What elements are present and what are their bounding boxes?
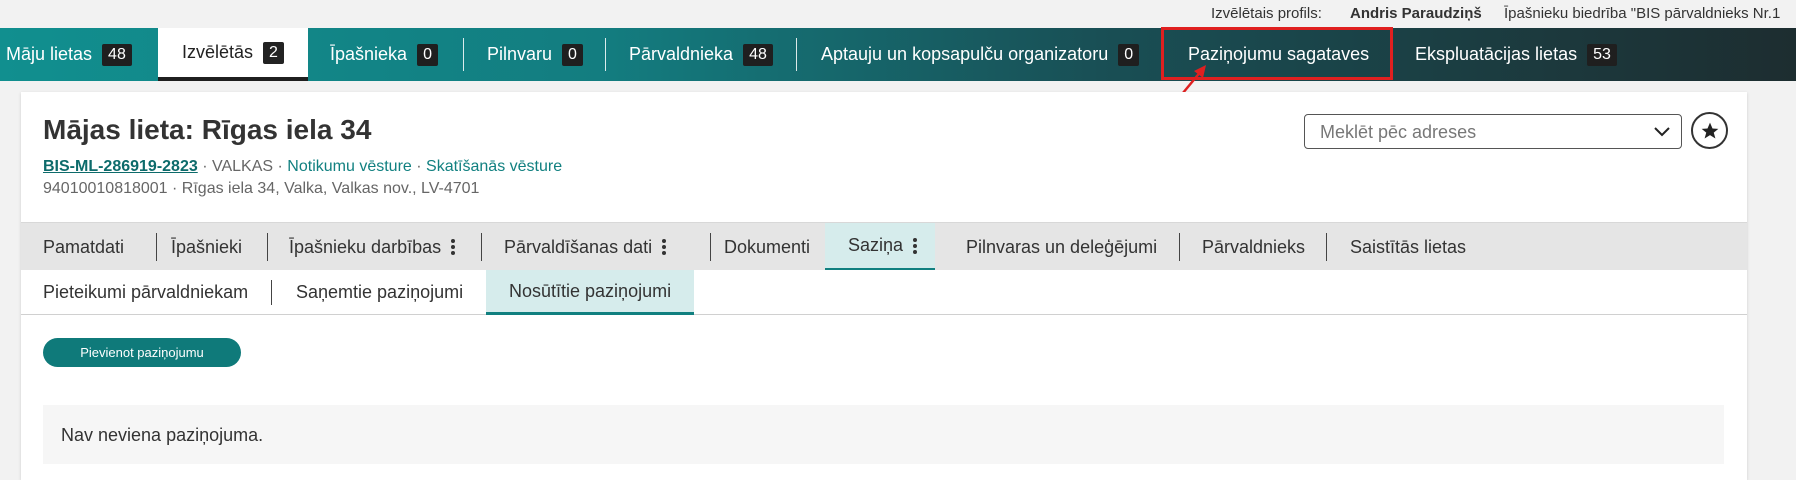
search-placeholder: Meklēt pēc adreses bbox=[1320, 122, 1477, 142]
nav-tab-label: Pilnvaru bbox=[487, 44, 553, 64]
nav-tab-parvaldnieka[interactable]: Pārvaldnieka 48 bbox=[629, 28, 773, 81]
nav-tab-pilnvaru[interactable]: Pilnvaru 0 bbox=[487, 28, 583, 81]
nav-tab-ekspluatacijas-lietas[interactable]: Ekspluatācijas lietas 53 bbox=[1415, 28, 1617, 81]
favorite-button[interactable] bbox=[1691, 112, 1728, 149]
nav-tab-count: 0 bbox=[417, 43, 438, 66]
tab-label: Pamatdati bbox=[43, 236, 125, 257]
tab-label: Saistītās lietas bbox=[1350, 236, 1467, 257]
section-tabs: Pamatdati Īpašnieki Īpašnieku darbības P… bbox=[21, 222, 1747, 271]
case-address: 94010010818001 · Rīgas iela 34, Valka, V… bbox=[43, 180, 480, 197]
nav-tab-count: 0 bbox=[1118, 43, 1140, 66]
nav-tab-label: Izvēlētās bbox=[182, 42, 254, 62]
tab-pamatdati[interactable]: Pamatdati bbox=[43, 223, 124, 271]
nav-divider bbox=[1163, 38, 1164, 71]
case-municipality: VALKAS bbox=[211, 158, 274, 175]
more-options-icon[interactable] bbox=[451, 237, 456, 257]
add-notification-button[interactable]: Pievienot paziņojumu bbox=[43, 338, 241, 367]
nav-divider bbox=[796, 38, 797, 71]
subtab-pieteikumi-parvaldniekam[interactable]: Pieteikumi pārvaldniekam bbox=[43, 270, 248, 315]
subtab-nosutitie-pazinojumi[interactable]: Nosūtītie paziņojumi bbox=[486, 270, 695, 315]
case-meta: BIS-ML-286919-2823 · VALKAS · Notikumu v… bbox=[43, 158, 562, 176]
nav-tab-label: Paziņojumu sagataves bbox=[1188, 44, 1370, 64]
nav-tab-count: 0 bbox=[562, 43, 583, 66]
tab-saistitas-lietas[interactable]: Saistītās lietas bbox=[1350, 223, 1466, 271]
tab-label: Īpašnieku darbības bbox=[289, 236, 442, 257]
tab-label: Saziņa bbox=[848, 235, 904, 255]
address-search-select[interactable]: Meklēt pēc adreses bbox=[1304, 114, 1682, 149]
nav-tab-label: Pārvaldnieka bbox=[629, 44, 734, 64]
tab-label: Dokumenti bbox=[724, 236, 811, 257]
tab-divider bbox=[156, 233, 157, 261]
tab-label: Pilnvaras un deleģējumi bbox=[966, 236, 1158, 257]
profile-organization[interactable]: Īpašnieku biedrība "BIS pārvaldnieks Nr.… bbox=[1504, 5, 1780, 22]
subtab-label: Pieteikumi pārvaldniekam bbox=[43, 282, 249, 302]
nav-divider bbox=[463, 38, 464, 71]
nav-tab-count: 48 bbox=[743, 43, 773, 66]
tab-label: Pārvaldīšanas dati bbox=[504, 236, 653, 257]
tab-ipasnieki[interactable]: Īpašnieki bbox=[171, 223, 242, 271]
more-options-icon[interactable] bbox=[662, 237, 667, 257]
event-history-link[interactable]: Notikumu vēsture bbox=[287, 158, 412, 175]
subtab-sanemtie-pazinojumi[interactable]: Saņemtie paziņojumi bbox=[296, 270, 463, 315]
nav-tab-count: 2 bbox=[263, 41, 284, 64]
nav-divider bbox=[1391, 38, 1392, 71]
tab-parvaldnieks[interactable]: Pārvaldnieks bbox=[1202, 223, 1305, 271]
subtab-divider bbox=[271, 280, 272, 305]
nav-tab-ipasnieka[interactable]: Īpašnieka 0 bbox=[330, 28, 438, 81]
nav-tab-aptauju-organizatoru[interactable]: Aptauju un kopsapulču organizatoru 0 bbox=[821, 28, 1140, 81]
empty-state: Nav neviena paziņojuma. bbox=[43, 405, 1724, 464]
subtab-label: Saņemtie paziņojumi bbox=[296, 282, 464, 302]
nav-tab-izveletas[interactable]: Izvēlētās 2 bbox=[158, 28, 308, 81]
profile-name[interactable]: Andris Paraudziņš bbox=[1350, 5, 1482, 22]
empty-message: Nav neviena paziņojuma. bbox=[61, 425, 264, 445]
case-code-link[interactable]: BIS-ML-286919-2823 bbox=[43, 158, 198, 175]
main-nav: Māju lietas 48 Izvēlētās 2 Īpašnieka 0 P… bbox=[0, 28, 1796, 81]
subtab-label: Nosūtītie paziņojumi bbox=[509, 280, 672, 301]
meta-separator: · bbox=[416, 158, 427, 175]
nav-tab-label: Ekspluatācijas lietas bbox=[1415, 44, 1578, 64]
nav-tab-count: 48 bbox=[102, 43, 132, 66]
nav-tab-count: 53 bbox=[1587, 43, 1617, 66]
more-options-icon[interactable] bbox=[913, 236, 918, 256]
tab-divider bbox=[1179, 233, 1180, 261]
sub-tabs: Pieteikumi pārvaldniekam Saņemtie paziņo… bbox=[21, 270, 1747, 315]
tab-divider bbox=[1326, 233, 1327, 261]
tab-label: Īpašnieki bbox=[171, 236, 243, 257]
tab-label: Pārvaldnieks bbox=[1202, 236, 1306, 257]
star-icon bbox=[1701, 122, 1718, 138]
tab-ipasnieku-darbibas[interactable]: Īpašnieku darbības bbox=[289, 223, 456, 271]
nav-tab-label: Īpašnieka bbox=[330, 44, 408, 64]
meta-separator: · bbox=[277, 158, 288, 175]
nav-tab-pazinojumu-sagataves[interactable]: Paziņojumu sagataves bbox=[1188, 28, 1369, 81]
meta-separator: · bbox=[202, 158, 212, 175]
profile-label: Izvēlētais profils: bbox=[1211, 5, 1322, 22]
tab-divider bbox=[267, 233, 268, 261]
nav-divider bbox=[605, 38, 606, 71]
tab-divider bbox=[710, 233, 711, 261]
tab-parvaldisanas-dati[interactable]: Pārvaldīšanas dati bbox=[504, 223, 667, 271]
page-title: Mājas lieta: Rīgas iela 34 bbox=[43, 114, 372, 145]
chevron-down-icon bbox=[1654, 127, 1670, 137]
nav-tab-maju-lietas[interactable]: Māju lietas 48 bbox=[6, 28, 132, 81]
tab-sazina[interactable]: Saziņa bbox=[825, 223, 936, 271]
tab-pilnvaras-un-delegejumi[interactable]: Pilnvaras un deleģējumi bbox=[966, 223, 1157, 271]
tab-dokumenti[interactable]: Dokumenti bbox=[716, 223, 810, 271]
case-card: Mājas lieta: Rīgas iela 34 BIS-ML-286919… bbox=[21, 92, 1747, 480]
tab-divider bbox=[481, 233, 482, 261]
profile-bar: Izvēlētais profils: Andris Paraudziņš Īp… bbox=[0, 0, 1796, 28]
nav-tab-label: Māju lietas bbox=[6, 44, 93, 64]
view-history-link[interactable]: Skatīšanās vēsture bbox=[426, 158, 562, 175]
nav-tab-label: Aptauju un kopsapulču organizatoru bbox=[821, 44, 1109, 64]
